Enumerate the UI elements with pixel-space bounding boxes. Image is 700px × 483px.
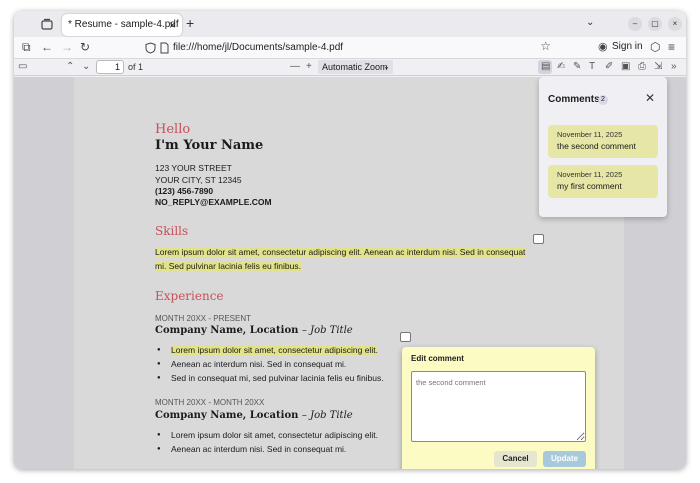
print-icon[interactable]: ⎙ — [638, 61, 646, 72]
sign-in-button[interactable]: Sign in — [612, 41, 643, 52]
account-icon[interactable]: ◉ — [598, 40, 608, 53]
chevron-down-icon: ⌄ — [383, 62, 390, 71]
comment-date: November 11, 2025 — [557, 170, 623, 179]
job2-company: Company Name, Location – Job Title — [155, 410, 353, 421]
street-line: 123 YOUR STREET — [155, 163, 232, 173]
forward-icon[interactable]: → — [61, 40, 73, 54]
comment-card[interactable]: November 11, 2025 the second comment — [548, 125, 658, 158]
navigation-bar: ⧉ ← → ↻ file:///home/jl/Documents/sample… — [14, 37, 686, 59]
browser-window: * Resume - sample-4.pdf × + ⌄ – ▢ × ⧉ ← … — [14, 11, 686, 469]
draw-icon[interactable]: ✐ — [605, 61, 613, 72]
tab-close-icon[interactable]: × — [169, 18, 176, 32]
page-number-input[interactable]: 1 — [96, 60, 124, 74]
skills-heading: Skills — [155, 224, 189, 238]
job1-bullet: Lorem ipsum dolor sit amet, consectetur … — [157, 345, 378, 356]
tab-bar: * Resume - sample-4.pdf × + ⌄ – ▢ × — [14, 11, 686, 37]
job2-bullet: Lorem ipsum dolor sit amet, consectetur … — [157, 430, 378, 441]
tab-title: * Resume - sample-4.pdf — [68, 19, 179, 30]
close-icon[interactable]: ✕ — [645, 91, 655, 105]
pdf-toolbar: ▭ ⌃ ⌄ 1 of 1 — + Automatic Zoom ⌄ ▤ ✍ ✎ … — [14, 59, 686, 76]
comment-icon[interactable]: ▤ — [541, 61, 550, 72]
tab-list-icon[interactable] — [40, 17, 54, 31]
edit-comment-title: Edit comment — [411, 354, 464, 363]
comments-title: Comments — [548, 94, 600, 105]
job2-dates: MONTH 20XX - MONTH 20XX — [155, 398, 265, 407]
previous-page-icon[interactable]: ⌃ — [66, 61, 74, 72]
minimize-icon[interactable]: – — [628, 17, 642, 31]
job1-bullet: Aenean ac interdum nisi. Sed in consequa… — [157, 359, 346, 370]
maximize-icon[interactable]: ▢ — [648, 17, 662, 31]
image-icon[interactable]: ▣ — [621, 61, 630, 72]
sidebar-icon[interactable]: ▭ — [18, 61, 27, 72]
comment-marker-icon[interactable] — [533, 234, 544, 244]
more-tools-icon[interactable]: » — [671, 61, 677, 72]
cancel-button[interactable]: Cancel — [494, 451, 537, 467]
signature-icon[interactable]: ✍ — [557, 61, 565, 72]
zoom-in-icon[interactable]: + — [306, 61, 312, 72]
url-text: file:///home/jl/Documents/sample-4.pdf — [173, 42, 344, 53]
skills-paragraph[interactable]: Lorem ipsum dolor sit amet, consectetur … — [155, 245, 540, 273]
city-line: YOUR CITY, ST 12345 — [155, 175, 242, 185]
update-button[interactable]: Update — [543, 451, 586, 467]
next-page-icon[interactable]: ⌄ — [82, 61, 90, 72]
name-heading: I'm Your Name — [155, 138, 264, 153]
url-bar[interactable]: file:///home/jl/Documents/sample-4.pdf ☆ — [139, 39, 551, 57]
chevron-down-icon[interactable]: ⌄ — [586, 17, 594, 28]
job1-bullet: Sed in consequat mi, sed pulvinar lacini… — [157, 373, 384, 384]
job1-company: Company Name, Location – Job Title — [155, 325, 353, 336]
menu-icon[interactable]: ≡ — [668, 40, 675, 54]
save-icon[interactable]: ⇲ — [654, 61, 662, 72]
edit-comment-dialog: Edit comment Cancel Update — [402, 347, 595, 469]
extensions-icon[interactable]: ⬡ — [650, 40, 660, 54]
zoom-out-icon[interactable]: — — [290, 61, 300, 72]
active-tab[interactable]: * Resume - sample-4.pdf × — [62, 14, 182, 36]
sidebar-toggle-icon[interactable]: ⧉ — [22, 40, 31, 55]
window-close-icon[interactable]: × — [668, 17, 682, 31]
comments-count-badge: 2 — [598, 95, 608, 105]
comment-textarea[interactable] — [411, 371, 586, 442]
pdf-viewer[interactable]: Hello I'm Your Name 123 YOUR STREET YOUR… — [14, 77, 686, 469]
phone-line: (123) 456-7890 — [155, 186, 214, 196]
highlighted-text[interactable]: Lorem ipsum dolor sit amet, consectetur … — [155, 247, 526, 257]
comment-marker-icon[interactable] — [400, 332, 411, 342]
bookmark-star-icon[interactable]: ☆ — [540, 39, 551, 53]
experience-heading: Experience — [155, 289, 224, 303]
text-icon[interactable]: T — [589, 61, 595, 72]
comment-text: the second comment — [557, 141, 636, 151]
page-count: of 1 — [128, 62, 144, 72]
shield-icon[interactable] — [145, 42, 156, 54]
zoom-label: Automatic Zoom — [322, 62, 388, 72]
job2-bullet: Aenean ac interdum nisi. Sed in consequa… — [157, 444, 346, 455]
comment-card[interactable]: November 11, 2025 my first comment — [548, 165, 658, 198]
job1-dates: MONTH 20XX - PRESENT — [155, 314, 252, 323]
new-tab-icon[interactable]: + — [186, 15, 194, 31]
comments-panel: Comments 2 ✕ November 11, 2025 the secon… — [539, 77, 667, 217]
hello-heading: Hello — [155, 122, 191, 137]
comment-date: November 11, 2025 — [557, 130, 623, 139]
highlighted-text[interactable]: mi. Sed pulvinar lacinia felis eu finibu… — [155, 261, 301, 271]
reload-icon[interactable]: ↻ — [80, 40, 90, 54]
back-icon[interactable]: ← — [41, 40, 53, 54]
highlight-icon[interactable]: ✎ — [573, 61, 581, 72]
comment-text: my first comment — [557, 181, 622, 191]
zoom-select[interactable]: Automatic Zoom ⌄ — [318, 60, 393, 74]
page-icon — [160, 42, 169, 54]
email-line: NO_REPLY@EXAMPLE.COM — [155, 197, 272, 207]
